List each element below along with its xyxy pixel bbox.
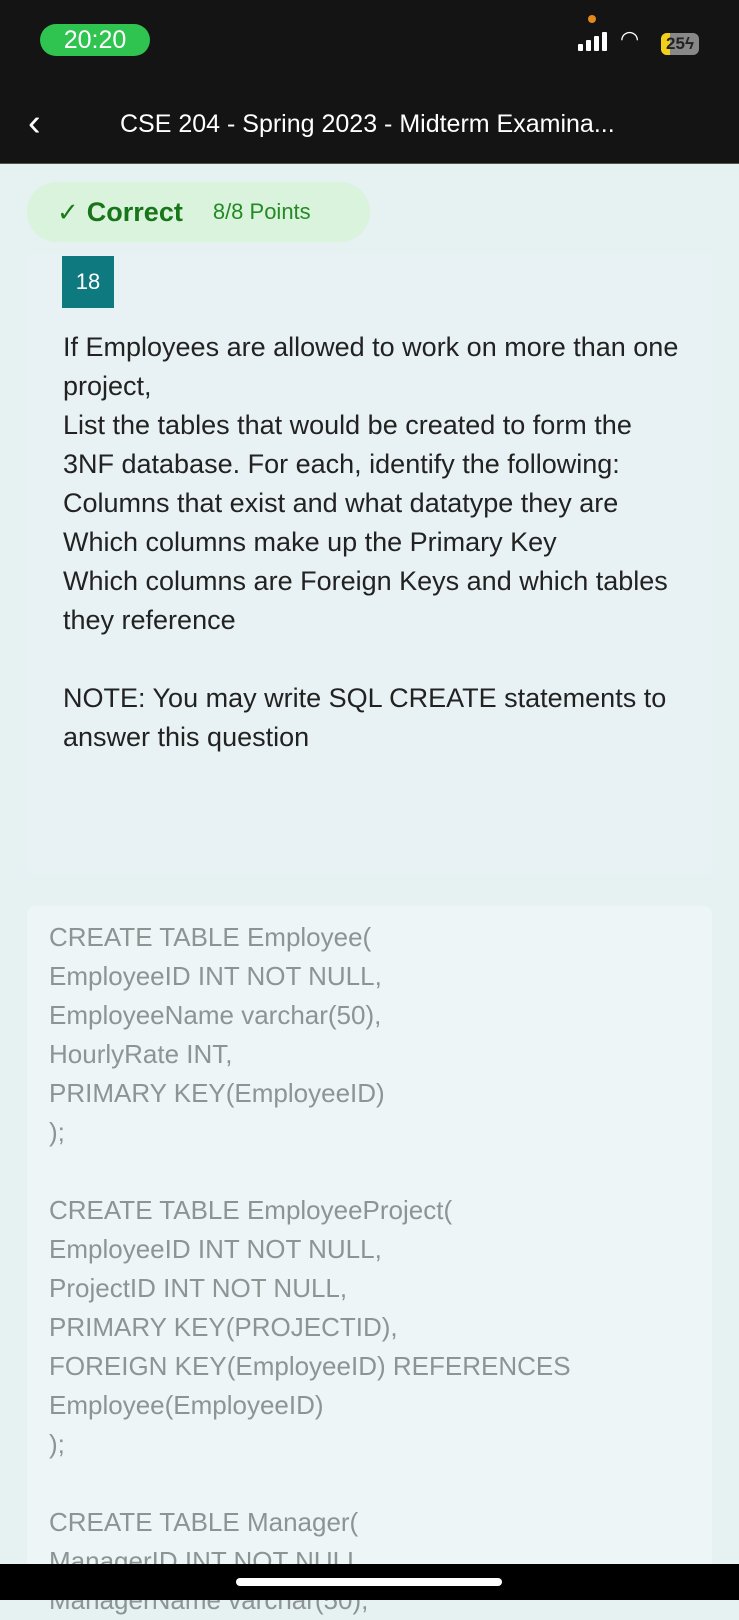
page-title: CSE 204 - Spring 2023 - Midterm Examina.… [120, 110, 615, 138]
question-text: If Employees are allowed to work on more… [63, 332, 679, 752]
question-card: 18 If Employees are allowed to work on m… [27, 254, 712, 874]
battery-level: 25 [666, 34, 685, 53]
result-badge: ✓ Correct 8/8 Points [27, 182, 370, 242]
result-points: 8/8 Points [212, 199, 311, 224]
clock: 20:20 [40, 24, 150, 56]
home-indicator-area [0, 1564, 739, 1600]
battery-charging-icon: 25ϟ [661, 33, 699, 55]
status-bar: 20:20 ◠ 25ϟ [0, 0, 739, 90]
answer-text: CREATE TABLE Employee( EmployeeID INT NO… [49, 922, 571, 1615]
result-status: Correct [86, 196, 183, 227]
question-number: 18 [62, 256, 114, 308]
privacy-indicator-icon [588, 15, 596, 23]
check-icon: ✓ [57, 196, 79, 227]
nav-bar: ‹ CSE 204 - Spring 2023 - Midterm Examin… [0, 90, 739, 164]
back-chevron-icon[interactable]: ‹ [28, 102, 41, 145]
home-indicator[interactable] [236, 1578, 502, 1586]
wifi-icon: ◠ [620, 26, 640, 51]
answer-box: CREATE TABLE Employee( EmployeeID INT NO… [27, 906, 712, 1615]
signal-icon [578, 32, 607, 51]
